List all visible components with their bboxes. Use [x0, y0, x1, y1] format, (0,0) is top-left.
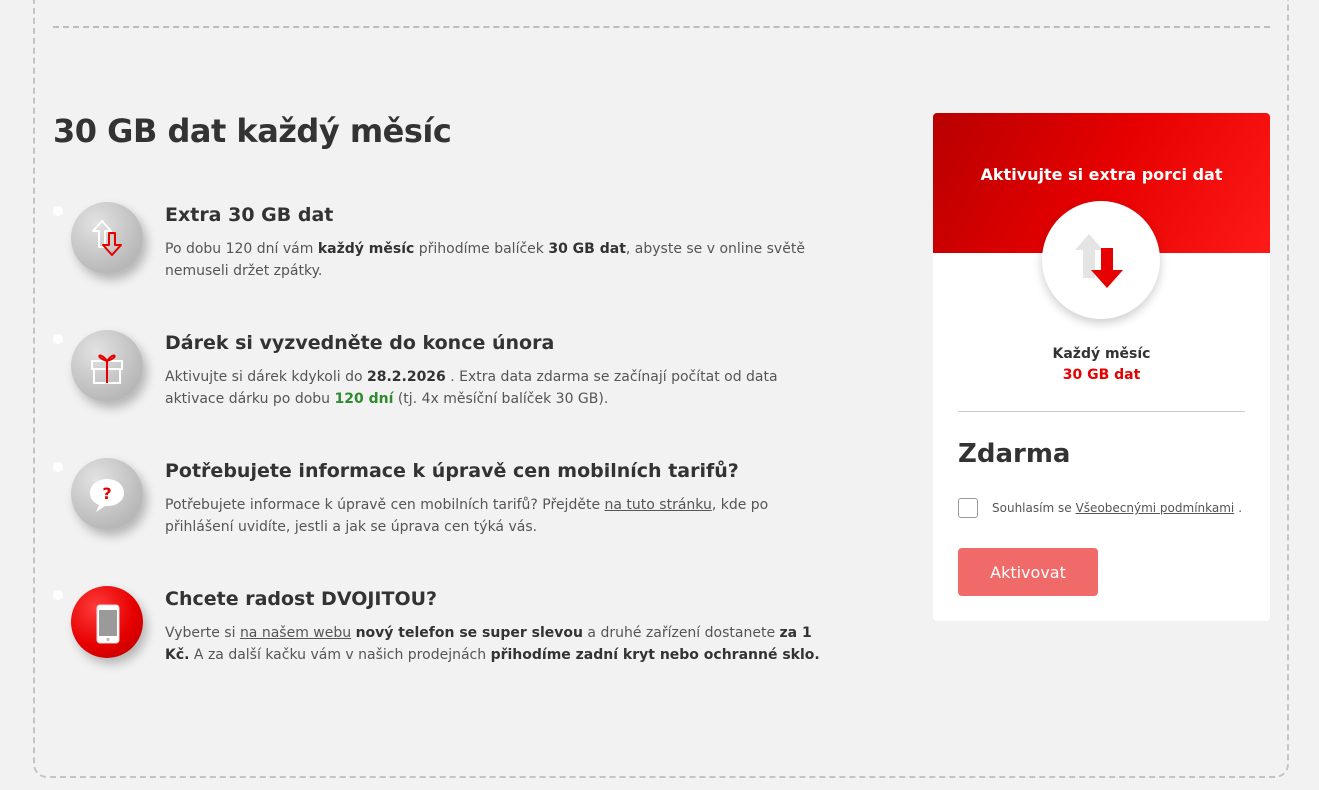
card-period-label: Každý měsíc: [1052, 346, 1151, 362]
our-web-link[interactable]: na našem webu: [240, 625, 351, 641]
feature-title: Chcete radost DVOJITOU?: [165, 588, 438, 610]
card-data-arrows-icon: [1042, 201, 1160, 319]
consent-row: Souhlasím se Všeobecnými podmínkami .: [958, 498, 1242, 518]
feature-extra-data: Extra 30 GB dat Po dobu 120 dní vám každ…: [53, 202, 833, 302]
feature-title: Dárek si vyzvedněte do konce února: [165, 332, 555, 354]
page: 30 GB dat každý měsíc Extra 30 GB dat Po…: [0, 0, 1319, 790]
gift-icon: [71, 330, 143, 402]
card-divider: [958, 411, 1245, 412]
bullet-dot: [53, 206, 63, 216]
feature-description: Vyberte si na našem webu nový telefon se…: [165, 625, 820, 663]
feature-title: Potřebujete informace k úpravě cen mobil…: [165, 460, 739, 482]
data-arrows-icon: [71, 202, 143, 274]
feature-price-info: ? Potřebujete informace k úpravě cen mob…: [53, 458, 833, 558]
price-label: Zdarma: [958, 439, 1071, 469]
activation-card: Aktivujte si extra porci dat Každý měsíc…: [933, 113, 1270, 621]
top-divider: [53, 26, 1270, 28]
card-header-title: Aktivujte si extra porci dat: [980, 165, 1223, 184]
terms-checkbox[interactable]: [958, 498, 978, 518]
feature-title: Extra 30 GB dat: [165, 204, 334, 226]
this-page-link[interactable]: na tuto stránku: [605, 497, 712, 513]
question-bubble-icon: ?: [71, 458, 143, 530]
feature-description: Potřebujete informace k úpravě cen mobil…: [165, 497, 769, 535]
bullet-dot: [53, 334, 63, 344]
consent-text: Souhlasím se: [992, 501, 1072, 515]
smartphone-icon: [71, 586, 143, 658]
consent-end: .: [1238, 501, 1243, 515]
bullet-dot: [53, 590, 63, 600]
feature-description: Aktivujte si dárek kdykoli do 28.2.2026 …: [165, 369, 778, 407]
page-title: 30 GB dat každý měsíc: [53, 112, 452, 150]
terms-link[interactable]: Všeobecnými podmínkami: [1076, 501, 1235, 515]
activate-button[interactable]: Aktivovat: [958, 548, 1098, 596]
feature-gift-deadline: Dárek si vyzvedněte do konce února Aktiv…: [53, 330, 833, 430]
feature-description: Po dobu 120 dní vám každý měsíc přihodím…: [165, 241, 805, 279]
card-data-amount: 30 GB dat: [1062, 367, 1141, 383]
svg-text:?: ?: [102, 484, 111, 503]
feature-double-joy: Chcete radost DVOJITOU? Vyberte si na na…: [53, 586, 833, 686]
bullet-dot: [53, 462, 63, 472]
